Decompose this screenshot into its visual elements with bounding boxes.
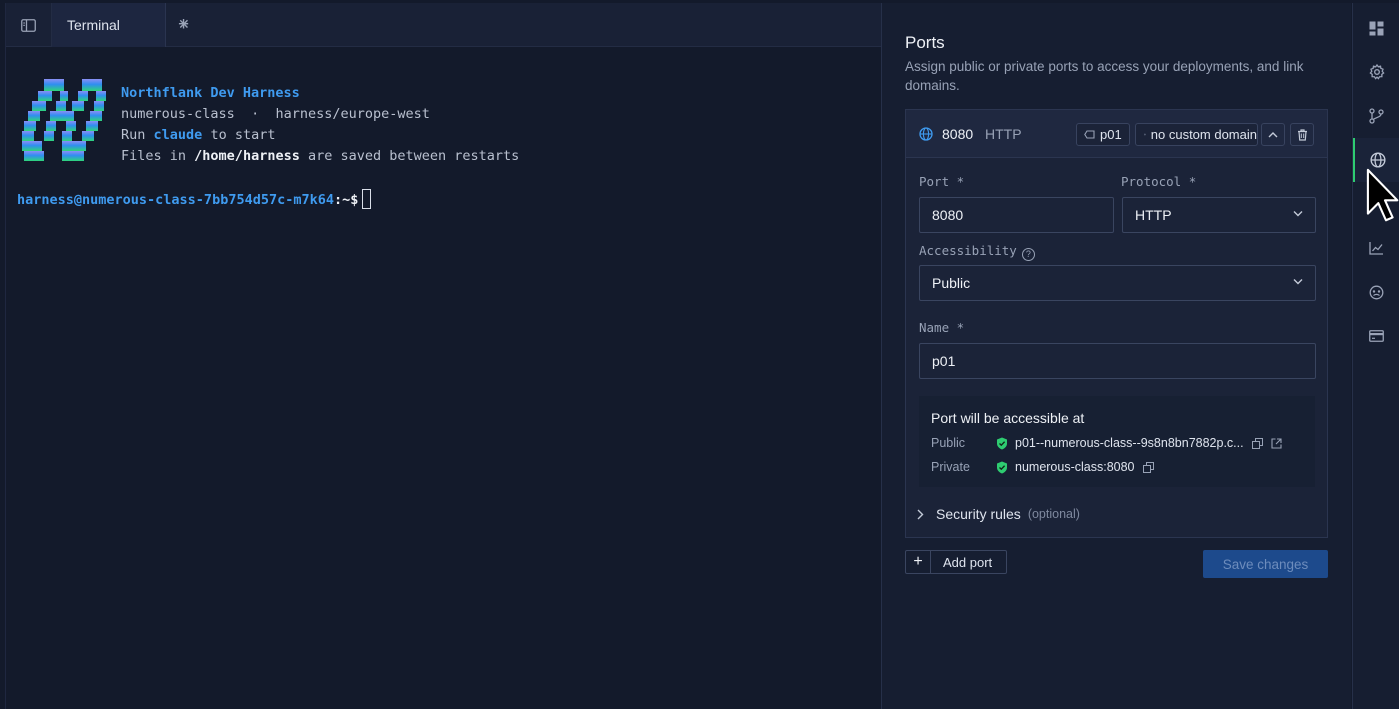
delete-port-button[interactable]: [1290, 123, 1314, 146]
terminal-output[interactable]: Northflank Dev Harness numerous-class · …: [6, 47, 882, 709]
globe-icon: [919, 127, 933, 141]
name-input[interactable]: p01: [919, 343, 1316, 379]
port-protocol: HTTP: [985, 126, 1022, 142]
port-name-tag[interactable]: p01: [1076, 123, 1130, 146]
chevron-right-icon: [917, 509, 924, 519]
security-rules-optional: (optional): [1027, 507, 1080, 521]
tab-bar: Terminal ✕ +: [6, 3, 882, 47]
logs-icon: [1369, 285, 1384, 299]
public-url[interactable]: p01--numerous-class--9s8n8bn7882p.c...: [1015, 436, 1244, 450]
save-changes-button[interactable]: Save changes: [1203, 550, 1328, 578]
globe-icon: [1144, 133, 1146, 136]
banner-dot: ·: [251, 106, 260, 122]
right-rail: [1352, 3, 1399, 709]
rail-item-settings[interactable]: [1353, 50, 1399, 94]
terminal-cursor: [362, 189, 372, 209]
rail-item-billing[interactable]: [1353, 314, 1399, 358]
banner-run-command: claude: [153, 127, 203, 143]
copy-public-button[interactable]: [1251, 437, 1263, 449]
protocol-select[interactable]: HTTP: [1122, 197, 1316, 233]
public-url-row: Public p01--numerous-class--9s8n8bn7882p…: [931, 436, 1282, 450]
name-input-value: p01: [932, 353, 956, 369]
settings-icon: [1368, 64, 1385, 80]
chevron-down-icon: [1293, 211, 1303, 217]
copy-icon: [1251, 437, 1263, 449]
external-link-icon: [1271, 437, 1282, 449]
private-url-row: Private numerous-class:8080: [931, 460, 1154, 474]
add-tab-button[interactable]: +: [178, 15, 189, 34]
banner-run-prefix: Run: [121, 127, 146, 143]
trash-icon: [1297, 128, 1307, 141]
port-card-header[interactable]: 8080 HTTP p01 no custom domain: [906, 110, 1327, 158]
prompt-user-host: harness@numerous-class-7bb754d57c-m7k64: [17, 192, 334, 208]
public-label: Public: [931, 436, 966, 450]
git-branch-icon: [1369, 108, 1384, 124]
collapse-button[interactable]: [1261, 123, 1285, 146]
accessibility-select-value: Public: [932, 275, 971, 291]
private-label: Private: [931, 460, 970, 474]
banner-files-path: /home/harness: [194, 148, 300, 164]
chevron-down-icon: [1293, 279, 1303, 285]
chevron-up-icon: [1268, 132, 1278, 138]
tab-terminal[interactable]: Terminal ✕: [52, 3, 190, 47]
page-title: Ports: [905, 33, 945, 52]
plus-icon: +: [906, 551, 931, 573]
page-subtitle: Assign public or private ports to access…: [905, 59, 1304, 93]
port-tag-label: p01: [1100, 127, 1122, 142]
accessibility-label-text: Accessibility: [919, 243, 1017, 258]
banner-title: Northflank Dev Harness: [121, 85, 300, 101]
add-port-label: Add port: [943, 554, 993, 570]
tag-icon: [1084, 130, 1095, 139]
protocol-select-value: HTTP: [1135, 207, 1172, 223]
banner-project: numerous-class: [121, 106, 235, 122]
dashboard-icon: [1369, 21, 1384, 35]
terminal-pane: Terminal ✕ + Northflank Dev Harness nume…: [5, 3, 882, 709]
name-field-label: Name *: [919, 320, 965, 335]
accessibility-field-label: Accessibility?: [919, 243, 1035, 261]
accessible-at-title: Port will be accessible at: [931, 410, 1085, 426]
copy-private-button[interactable]: [1142, 461, 1154, 473]
port-field-label: Port *: [919, 174, 965, 189]
banner-run-suffix: to start: [210, 127, 276, 143]
prompt-path: :~$: [333, 192, 359, 208]
tab-terminal-label: Terminal: [67, 17, 120, 33]
globe-icon: [1369, 152, 1386, 168]
billing-icon: [1369, 330, 1384, 342]
port-input[interactable]: 8080: [919, 197, 1114, 233]
chart-icon: [1369, 242, 1383, 255]
port-input-value: 8080: [932, 207, 964, 223]
port-card: 8080 HTTP p01 no custom domain Port * 80…: [905, 109, 1328, 538]
help-icon[interactable]: ?: [1021, 248, 1035, 261]
terminal-banner: Northflank Dev Harness numerous-class · …: [121, 83, 519, 167]
banner-region: harness/europe-west: [275, 106, 430, 122]
shell-prompt: harness@numerous-class-7bb754d57c-m7k64:…: [17, 189, 372, 209]
security-rules-toggle[interactable]: Security rules (optional): [916, 506, 1080, 522]
custom-domain-chip[interactable]: no custom domain: [1135, 123, 1258, 146]
port-number: 8080: [942, 126, 974, 142]
shield-check-icon: [997, 437, 1007, 449]
banner-files-suffix: are saved between restarts: [307, 148, 520, 164]
rail-item-dashboard[interactable]: [1353, 6, 1399, 50]
private-url[interactable]: numerous-class:8080: [1015, 460, 1135, 474]
add-port-button[interactable]: + Add port: [905, 550, 1007, 574]
rail-item-git[interactable]: [1353, 94, 1399, 138]
rail-item-observe[interactable]: [1353, 270, 1399, 314]
custom-domain-label: no custom domain: [1150, 127, 1257, 142]
copy-icon: [1142, 461, 1154, 473]
mouse-pointer-icon: [1366, 168, 1399, 222]
accessible-at-box: Port will be accessible at Public p01--n…: [919, 396, 1315, 487]
open-public-button[interactable]: [1271, 437, 1282, 449]
ports-panel: Ports Assign public or private ports to …: [881, 3, 1351, 709]
protocol-field-label: Protocol *: [1121, 174, 1197, 189]
banner-files-prefix: Files in: [121, 148, 187, 164]
northflank-logo: [22, 79, 106, 161]
accessibility-select[interactable]: Public: [919, 265, 1316, 301]
security-rules-label: Security rules: [936, 506, 1021, 522]
sidebar-toggle-icon: [21, 18, 36, 32]
sidebar-toggle-button[interactable]: [6, 3, 52, 47]
shield-check-icon: [997, 461, 1007, 473]
